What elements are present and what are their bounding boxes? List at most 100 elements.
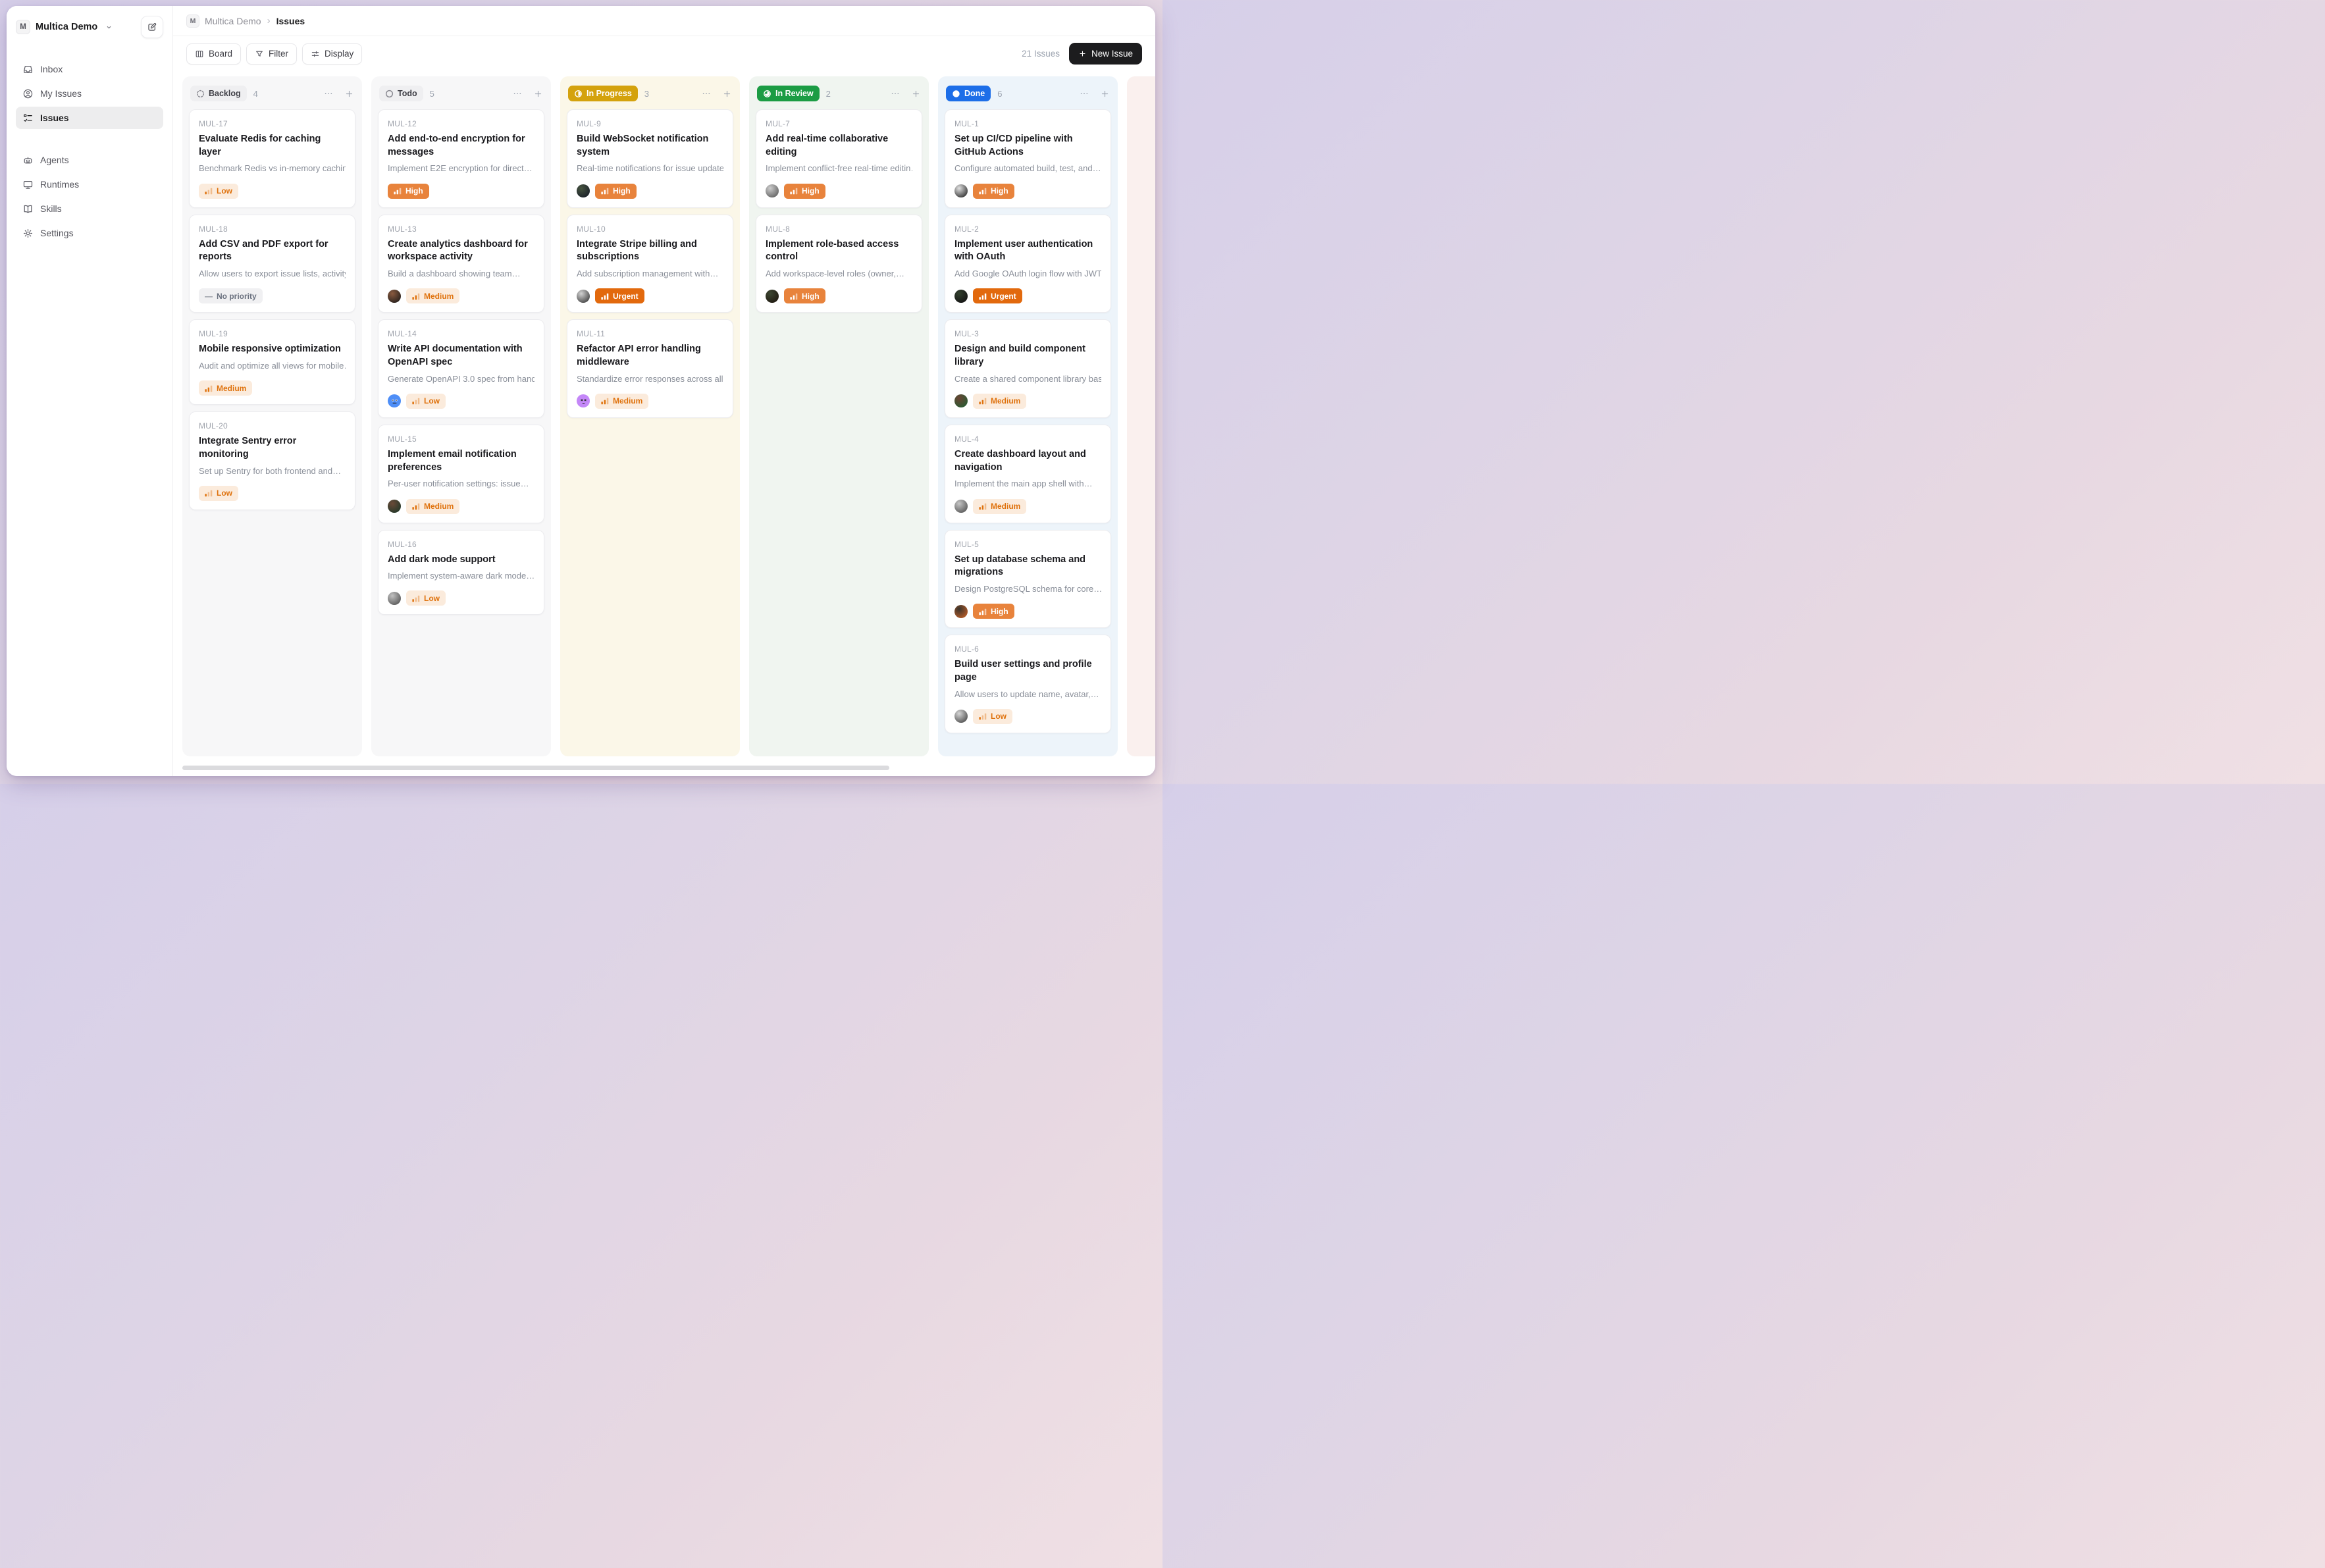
issue-card[interactable]: MUL-3 Design and build component library… bbox=[945, 319, 1111, 418]
compose-button[interactable] bbox=[141, 16, 163, 38]
workspace-switcher[interactable]: M Multica Demo bbox=[16, 16, 163, 38]
column-add-button[interactable] bbox=[1100, 89, 1110, 99]
sidebar-item-runtimes[interactable]: Runtimes bbox=[16, 173, 163, 196]
column-label: Todo bbox=[398, 89, 417, 98]
column-header: Backlog 4 bbox=[189, 83, 355, 103]
nav-secondary: Agents Runtimes Skills Settings bbox=[16, 149, 163, 244]
column-add-button[interactable] bbox=[533, 89, 543, 99]
column-more-button[interactable] bbox=[1079, 88, 1089, 99]
horizontal-scrollbar[interactable] bbox=[182, 766, 889, 770]
issue-description: Implement the main app shell with… bbox=[954, 478, 1101, 490]
issue-card[interactable]: MUL-5 Set up database schema and migrati… bbox=[945, 530, 1111, 629]
issues-count: 21 Issues bbox=[1022, 49, 1060, 59]
issue-id: MUL-5 bbox=[954, 540, 1101, 549]
issue-card[interactable]: MUL-18 Add CSV and PDF export for report… bbox=[189, 215, 355, 313]
priority-icon bbox=[205, 489, 213, 497]
sidebar-item-agents[interactable]: Agents bbox=[16, 149, 163, 171]
column-add-button[interactable] bbox=[911, 89, 921, 99]
column-count: 5 bbox=[430, 89, 434, 99]
column-add-button[interactable] bbox=[344, 89, 354, 99]
filter-button[interactable]: Filter bbox=[246, 43, 297, 65]
column-cards: MUL-7 Add real-time collaborative editin… bbox=[756, 109, 922, 313]
issue-id: MUL-14 bbox=[388, 329, 535, 338]
assignee-avatar-robot bbox=[388, 394, 401, 407]
issue-description: Benchmark Redis vs in-memory cachin… bbox=[199, 163, 346, 174]
issue-card[interactable]: MUL-20 Integrate Sentry error monitoring… bbox=[189, 411, 355, 510]
checklist-icon bbox=[22, 113, 34, 124]
issue-title: Design and build component library bbox=[954, 343, 1101, 369]
column-more-button[interactable] bbox=[890, 88, 901, 99]
priority-badge: Low bbox=[406, 394, 446, 409]
column-add-button[interactable] bbox=[722, 89, 732, 99]
issue-card[interactable]: MUL-17 Evaluate Redis for caching layer … bbox=[189, 109, 355, 208]
priority-badge: High bbox=[784, 288, 825, 303]
status-pill: Todo bbox=[379, 86, 423, 101]
priority-badge: Urgent bbox=[973, 288, 1022, 303]
issue-description: Add Google OAuth login flow with JWT… bbox=[954, 268, 1101, 280]
issue-card[interactable]: MUL-11 Refactor API error handling middl… bbox=[567, 319, 733, 418]
issue-description: Per-user notification settings: issue… bbox=[388, 478, 535, 490]
status-pill: Done bbox=[946, 86, 991, 101]
issue-title: Set up database schema and migrations bbox=[954, 554, 1101, 579]
priority-icon bbox=[412, 397, 420, 405]
column-more-button[interactable] bbox=[512, 88, 523, 99]
issue-card[interactable]: MUL-4 Create dashboard layout and naviga… bbox=[945, 425, 1111, 523]
issue-card[interactable]: MUL-12 Add end-to-end encryption for mes… bbox=[378, 109, 544, 208]
column-cards: MUL-17 Evaluate Redis for caching layer … bbox=[189, 109, 355, 510]
issue-card[interactable]: MUL-8 Implement role-based access contro… bbox=[756, 215, 922, 313]
column-header: Done 6 bbox=[945, 83, 1111, 103]
priority-icon bbox=[601, 292, 609, 300]
sidebar-item-settings[interactable]: Settings bbox=[16, 222, 163, 244]
chevron-down-icon bbox=[104, 22, 114, 32]
sidebar-item-my-issues[interactable]: My Issues bbox=[16, 82, 163, 105]
board-view-button[interactable]: Board bbox=[186, 43, 241, 65]
issue-title: Evaluate Redis for caching layer bbox=[199, 133, 346, 159]
issue-description: Audit and optimize all views for mobile… bbox=[199, 360, 346, 372]
column-backlog: Backlog 4 MUL-17 Evaluate Redis for cach… bbox=[182, 76, 362, 756]
issue-description: Allow users to export issue lists, activ… bbox=[199, 268, 346, 280]
priority-badge: Medium bbox=[406, 499, 459, 514]
priority-badge: Low bbox=[973, 709, 1012, 724]
issue-card[interactable]: MUL-16 Add dark mode support Implement s… bbox=[378, 530, 544, 615]
issue-card[interactable]: MUL-14 Write API documentation with Open… bbox=[378, 319, 544, 418]
issue-footer: Medium bbox=[199, 380, 346, 396]
issue-card[interactable]: MUL-10 Integrate Stripe billing and subs… bbox=[567, 215, 733, 313]
kanban-board: Backlog 4 MUL-17 Evaluate Redis for cach… bbox=[173, 71, 1155, 776]
new-issue-button[interactable]: New Issue bbox=[1069, 43, 1142, 65]
issue-card[interactable]: MUL-6 Build user settings and profile pa… bbox=[945, 635, 1111, 733]
column-more-button[interactable] bbox=[701, 88, 712, 99]
column-more-button[interactable] bbox=[323, 88, 334, 99]
issue-card[interactable]: MUL-19 Mobile responsive optimization Au… bbox=[189, 319, 355, 405]
sidebar-item-label: Inbox bbox=[40, 64, 63, 74]
sidebar-item-skills[interactable]: Skills bbox=[16, 197, 163, 220]
priority-icon bbox=[790, 187, 798, 195]
issue-footer: High bbox=[954, 184, 1101, 199]
issue-card[interactable]: MUL-15 Implement email notification pref… bbox=[378, 425, 544, 523]
workspace-name: Multica Demo bbox=[36, 22, 97, 32]
sidebar-item-issues[interactable]: Issues bbox=[16, 107, 163, 129]
column-label: In Review bbox=[775, 89, 814, 98]
circle-half-icon bbox=[574, 90, 583, 98]
issue-description: Configure automated build, test, and… bbox=[954, 163, 1101, 174]
priority-badge: High bbox=[973, 184, 1014, 199]
issue-description: Build a dashboard showing team… bbox=[388, 268, 535, 280]
issue-description: Add subscription management with… bbox=[577, 268, 723, 280]
issue-card[interactable]: MUL-7 Add real-time collaborative editin… bbox=[756, 109, 922, 208]
column-count: 2 bbox=[826, 89, 831, 99]
status-pill: In Progress bbox=[568, 86, 638, 101]
priority-label: Medium bbox=[991, 396, 1020, 405]
issue-footer: Medium bbox=[388, 288, 535, 303]
column-cards: MUL-1 Set up CI/CD pipeline with GitHub … bbox=[945, 109, 1111, 733]
issue-title: Create analytics dashboard for workspace… bbox=[388, 238, 535, 264]
issue-card[interactable]: MUL-9 Build WebSocket notification syste… bbox=[567, 109, 733, 208]
priority-label: No priority bbox=[217, 292, 257, 301]
display-button[interactable]: Display bbox=[302, 43, 362, 65]
sidebar-item-inbox[interactable]: Inbox bbox=[16, 58, 163, 80]
priority-label: Medium bbox=[424, 502, 454, 511]
breadcrumb-workspace[interactable]: Multica Demo bbox=[205, 16, 261, 26]
issue-card[interactable]: MUL-13 Create analytics dashboard for wo… bbox=[378, 215, 544, 313]
issue-card[interactable]: MUL-2 Implement user authentication with… bbox=[945, 215, 1111, 313]
issue-card[interactable]: MUL-1 Set up CI/CD pipeline with GitHub … bbox=[945, 109, 1111, 208]
issue-description: Implement system-aware dark mode… bbox=[388, 570, 535, 582]
column-header: Todo 5 bbox=[378, 83, 544, 103]
